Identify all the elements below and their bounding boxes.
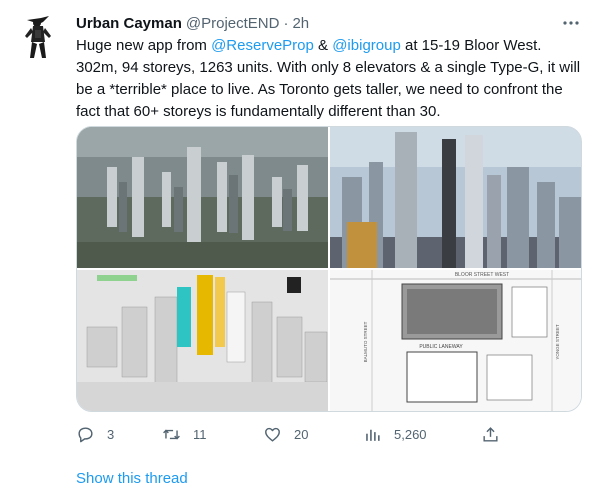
media-photo-massing-model[interactable] — [77, 270, 328, 411]
tweet[interactable]: Urban Cayman @ProjectEND · 2h Huge new a… — [0, 0, 598, 503]
retweet-count: 11 — [193, 426, 207, 442]
action-bar: 3 11 20 5,260 — [76, 422, 506, 446]
like-count: 20 — [294, 426, 309, 442]
media-photo-tower-rendering[interactable] — [330, 127, 581, 268]
views-button[interactable]: 5,260 — [363, 422, 427, 446]
share-button[interactable] — [481, 422, 500, 446]
reply-icon — [78, 426, 93, 442]
street-label-right: YONGE STREET — [555, 324, 560, 360]
retweet-button[interactable]: 11 — [162, 422, 207, 446]
media-site-plan[interactable]: BLOOR STREET WEST PUBLIC LANEWAY BALMUTO… — [330, 270, 581, 411]
more-horizontal-icon — [563, 21, 579, 25]
share-icon — [483, 426, 498, 442]
reply-button[interactable]: 3 — [76, 422, 114, 446]
media-photo-aerial-skyline[interactable] — [77, 127, 328, 268]
lane-label: PUBLIC LANEWAY — [419, 344, 463, 350]
tweet-text: Huge new app from @ReserveProp & @ibigro… — [76, 35, 582, 123]
crocodile-avatar-icon — [25, 16, 51, 58]
user-handle[interactable]: @ProjectEND — [186, 15, 280, 32]
heart-icon — [265, 427, 280, 442]
media-grid: BLOOR STREET WEST PUBLIC LANEWAY BALMUTO… — [76, 126, 582, 412]
street-label-left: BALMUTO STREET — [363, 321, 368, 362]
display-name[interactable]: Urban Cayman — [76, 15, 182, 32]
show-thread-link[interactable]: Show this thread — [76, 470, 188, 487]
views-bar-chart-icon — [366, 429, 380, 441]
avatar[interactable] — [19, 14, 59, 62]
like-button[interactable]: 20 — [263, 422, 308, 446]
separator-dot: · — [283, 14, 289, 32]
retweet-icon — [163, 429, 180, 439]
more-options-button[interactable] — [560, 12, 582, 34]
mention-reserveprop-link[interactable]: @ReserveProp — [211, 37, 314, 54]
views-count: 5,260 — [394, 426, 427, 442]
timestamp[interactable]: 2h — [292, 15, 309, 32]
street-label-top: BLOOR STREET WEST — [455, 272, 509, 278]
mention-ibigroup-link[interactable]: @ibigroup — [332, 37, 401, 54]
tweet-header: Urban Cayman @ProjectEND · 2h — [76, 12, 582, 34]
reply-count: 3 — [107, 426, 115, 442]
tweet-text-part-2: & — [313, 37, 333, 54]
tweet-text-part-1: Huge new app from — [76, 37, 212, 54]
